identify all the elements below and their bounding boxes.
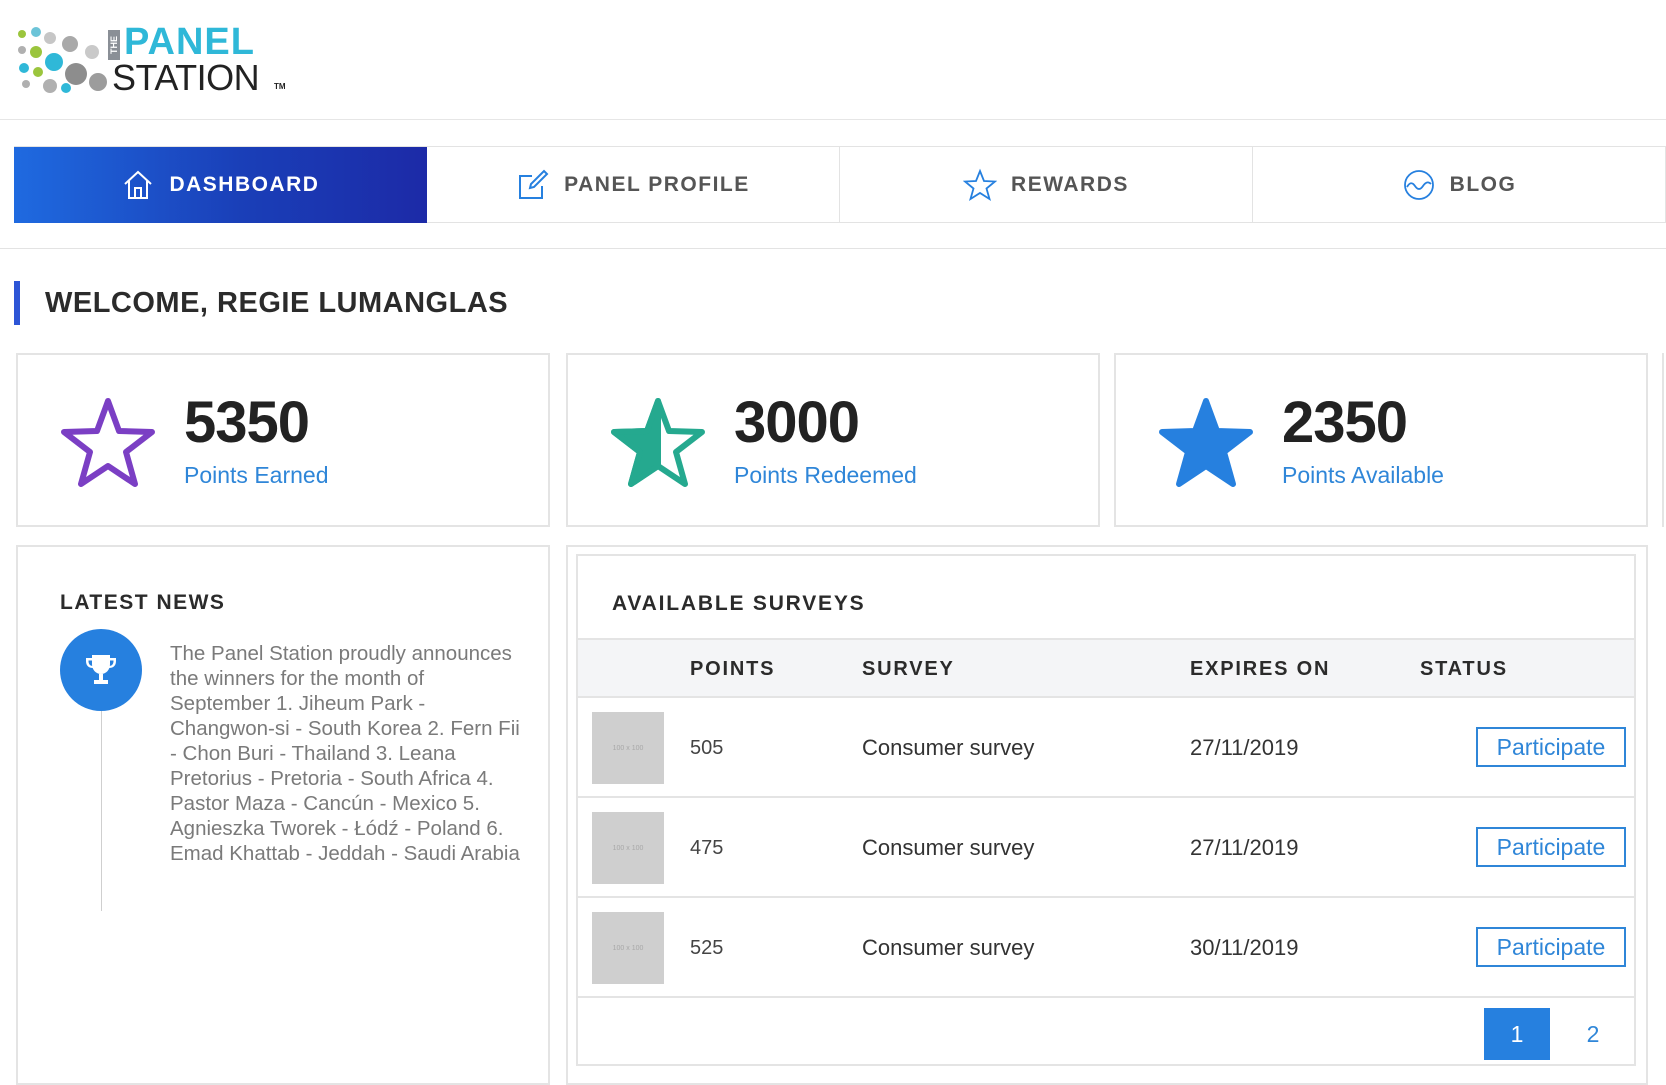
latest-news-panel: LATEST NEWS The Panel Station proudly an… xyxy=(16,545,550,1085)
site-header: THE PANEL STATION TM xyxy=(0,0,1666,120)
panel-station-logo[interactable]: THE PANEL STATION TM xyxy=(14,22,288,98)
points-earned-value: 5350 xyxy=(184,390,310,455)
survey-name: Consumer survey xyxy=(862,735,1035,760)
trophy-icon xyxy=(60,629,142,711)
survey-thumbnail: 100 x 100 xyxy=(592,812,664,884)
page-title: WELCOME, REGIE LUMANGLAS xyxy=(14,281,508,325)
wave-circle-icon xyxy=(1403,170,1434,200)
column-header-points: POINTS xyxy=(690,658,776,680)
table-row: 100 x 100 505 Consumer survey 27/11/2019… xyxy=(578,698,1634,798)
survey-thumbnail: 100 x 100 xyxy=(592,712,664,784)
survey-points: 525 xyxy=(690,937,724,959)
survey-points: 475 xyxy=(690,837,724,859)
logo-trademark: TM xyxy=(274,82,286,91)
stat-card-points-redeemed: 3000 Points Redeemed xyxy=(566,353,1100,527)
logo-panel-text: PANEL xyxy=(124,21,255,63)
nav-rewards-label: REWARDS xyxy=(1011,173,1129,196)
stat-card-edge xyxy=(1662,353,1666,527)
logo-people-dots-icon xyxy=(18,27,107,93)
stat-card-points-earned: 5350 Points Earned xyxy=(16,353,550,527)
star-outline-icon xyxy=(61,398,155,487)
available-surveys-title: AVAILABLE SURVEYS xyxy=(612,592,866,615)
logo-station-text: STATION xyxy=(112,57,260,98)
column-header-survey: SURVEY xyxy=(862,658,955,680)
nav-panel-profile-label: PANEL PROFILE xyxy=(564,173,750,196)
news-item-text: The Panel Station proudly announces the … xyxy=(170,642,520,865)
survey-points: 505 xyxy=(690,737,724,759)
nav-blog[interactable]: BLOG xyxy=(1253,147,1666,223)
participate-button[interactable]: Participate xyxy=(1476,727,1626,767)
nav-divider xyxy=(0,248,1666,249)
edit-icon xyxy=(519,169,549,199)
points-redeemed-label: Points Redeemed xyxy=(734,462,917,488)
table-row: 100 x 100 475 Consumer survey 27/11/2019… xyxy=(578,798,1634,898)
column-header-status: STATUS xyxy=(1420,658,1508,680)
nav-blog-label: BLOG xyxy=(1449,173,1517,196)
star-half-icon xyxy=(611,398,705,487)
available-surveys-panel: AVAILABLE SURVEYS POINTS SURVEY EXPIRES … xyxy=(576,554,1636,1066)
nav-panel-profile[interactable]: PANEL PROFILE xyxy=(427,147,840,223)
points-available-label: Points Available xyxy=(1282,462,1444,488)
survey-expiry: 27/11/2019 xyxy=(1190,735,1299,760)
survey-expiry: 30/11/2019 xyxy=(1190,935,1299,960)
survey-name: Consumer survey xyxy=(862,835,1035,860)
table-row: 100 x 100 525 Consumer survey 30/11/2019… xyxy=(578,898,1634,998)
nav-dashboard[interactable]: DASHBOARD xyxy=(14,147,427,223)
survey-expiry: 27/11/2019 xyxy=(1190,835,1299,860)
latest-news-title: LATEST NEWS xyxy=(60,591,226,614)
news-timeline-line xyxy=(101,711,102,911)
participate-button[interactable]: Participate xyxy=(1476,827,1626,867)
stat-card-points-available: 2350 Points Available xyxy=(1114,353,1648,527)
star-filled-icon xyxy=(1159,398,1253,487)
points-available-value: 2350 xyxy=(1282,390,1408,455)
main-nav: DASHBOARD PANEL PROFILE REWARDS BLOG xyxy=(14,146,1666,223)
nav-rewards[interactable]: REWARDS xyxy=(840,147,1253,223)
points-redeemed-value: 3000 xyxy=(734,390,860,455)
logo-the-text: THE xyxy=(108,30,120,60)
survey-thumbnail: 100 x 100 xyxy=(592,912,664,984)
column-header-expires: EXPIRES ON xyxy=(1190,658,1331,680)
surveys-table-header: POINTS SURVEY EXPIRES ON STATUS xyxy=(578,638,1634,698)
page-1-button[interactable]: 1 xyxy=(1484,1008,1550,1060)
nav-dashboard-label: DASHBOARD xyxy=(169,173,320,196)
star-outline-icon xyxy=(963,168,998,202)
pagination: 1 2 xyxy=(578,998,1634,1064)
home-icon xyxy=(124,170,153,199)
page-2-button[interactable]: 2 xyxy=(1560,1008,1626,1060)
points-earned-label: Points Earned xyxy=(184,462,329,488)
survey-name: Consumer survey xyxy=(862,935,1035,960)
participate-button[interactable]: Participate xyxy=(1476,927,1626,967)
